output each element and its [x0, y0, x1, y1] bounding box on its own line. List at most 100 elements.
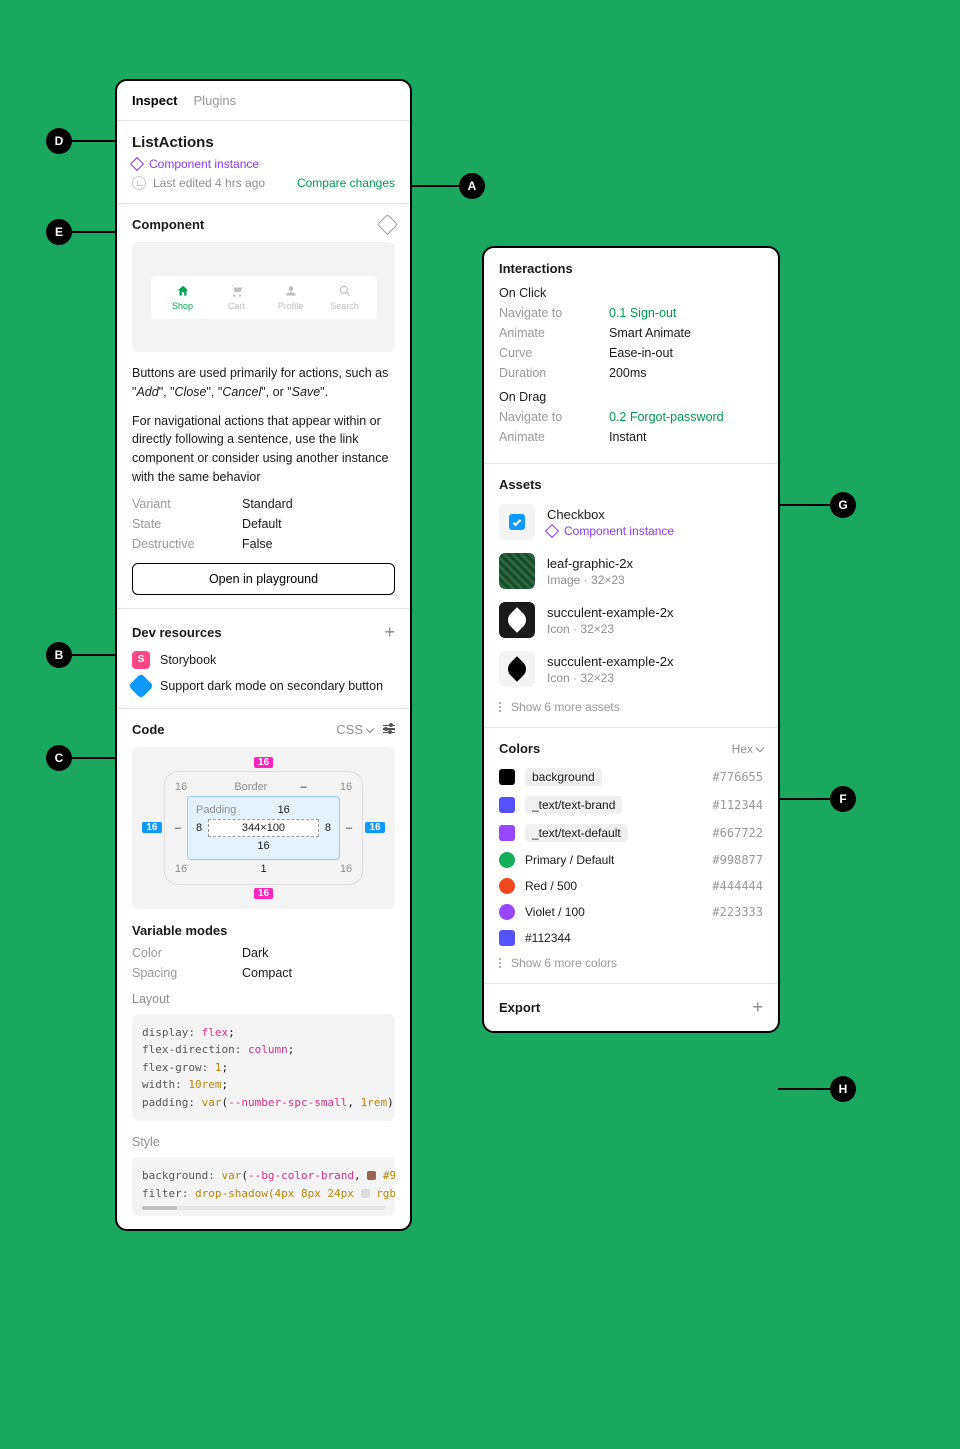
- component-section: Component Shop Cart Profile S: [117, 204, 410, 609]
- color-label: background: [525, 768, 602, 786]
- code-title: Code: [132, 722, 165, 737]
- preview-cart-tab: Cart: [211, 284, 263, 311]
- color-row[interactable]: background #776655: [499, 768, 763, 786]
- edited-row: Last edited 4 hrs ago Compare changes: [132, 176, 395, 190]
- color-hex: #776655: [712, 770, 763, 784]
- image-thumb: [499, 553, 535, 589]
- export-title: Export: [499, 1000, 540, 1015]
- storybook-icon: S: [132, 651, 150, 669]
- color-label: Violet / 100: [525, 905, 585, 919]
- assets-title: Assets: [499, 477, 763, 492]
- search-icon: [338, 284, 352, 298]
- color-format-select[interactable]: Hex: [732, 742, 763, 756]
- export-section: Export +: [484, 984, 778, 1031]
- marker-c: C: [46, 745, 72, 771]
- asset-succulent-2[interactable]: succulent-example-2xIcon · 32×23: [499, 651, 763, 687]
- color-hex: #223333: [712, 905, 763, 919]
- color-swatch: [499, 878, 515, 894]
- color-row[interactable]: Primary / Default #998877: [499, 852, 763, 868]
- marker-e: E: [46, 219, 72, 245]
- instance-row: Component instance: [132, 157, 395, 171]
- dev-resources-section: Dev resources + S Storybook Support dark…: [117, 609, 410, 709]
- marker-h: H: [830, 1076, 856, 1102]
- tag-icon[interactable]: [377, 214, 398, 235]
- jira-icon: [128, 673, 153, 698]
- tab-inspect[interactable]: Inspect: [132, 93, 178, 108]
- marker-b: B: [46, 642, 72, 668]
- compare-changes-link[interactable]: Compare changes: [297, 176, 395, 190]
- color-row[interactable]: _text/text-default#667722: [499, 824, 763, 842]
- asset-leaf[interactable]: leaf-graphic-2xImage · 32×23: [499, 553, 763, 589]
- preview-search-tab: Search: [319, 284, 371, 311]
- more-icon: [499, 958, 501, 968]
- trigger-click: On Click: [499, 286, 763, 300]
- code-lang-select[interactable]: CSS: [336, 722, 373, 737]
- add-resource-icon[interactable]: +: [384, 622, 395, 643]
- properties-panel: Interactions On Click Navigate to0.1 Sig…: [482, 246, 780, 1033]
- header-section: ListActions Component instance Last edit…: [117, 121, 410, 204]
- add-export-icon[interactable]: +: [752, 997, 763, 1018]
- chevron-down-icon: [366, 724, 374, 732]
- color-label: _text/text-brand: [525, 796, 622, 814]
- resource-storybook[interactable]: S Storybook: [132, 651, 395, 669]
- varmodes-title: Variable modes: [132, 923, 395, 938]
- marker-g: G: [830, 492, 856, 518]
- layout-title: Layout: [132, 992, 395, 1006]
- last-edited-text: Last edited 4 hrs ago: [153, 176, 265, 190]
- marker-d: D: [46, 128, 72, 154]
- settings-icon[interactable]: [383, 723, 395, 736]
- color-hex: #444444: [712, 879, 763, 893]
- instance-label[interactable]: Component instance: [149, 157, 259, 171]
- color-swatch: [499, 852, 515, 868]
- tab-plugins[interactable]: Plugins: [194, 93, 237, 108]
- chevron-down-icon: [756, 743, 764, 751]
- resource-jira[interactable]: Support dark mode on secondary button: [132, 677, 395, 695]
- user-icon: [284, 284, 298, 298]
- dev-resources-title: Dev resources: [132, 625, 222, 640]
- clock-icon: [132, 176, 146, 190]
- marker-a: A: [459, 173, 485, 199]
- inspect-panel: Inspect Plugins ListActions Component in…: [115, 79, 412, 1231]
- panel-tabs: Inspect Plugins: [117, 81, 410, 121]
- icon-thumb-light: [499, 651, 535, 687]
- colors-section: Colors Hex background #776655 _text/text-b…: [484, 728, 778, 984]
- asset-succulent-1[interactable]: succulent-example-2xIcon · 32×23: [499, 602, 763, 638]
- home-icon: [176, 284, 190, 298]
- color-swatch: [499, 769, 515, 785]
- style-code-block[interactable]: background: var(--bg-color-brand, #97655…: [132, 1157, 395, 1215]
- instance-diamond-icon: [545, 523, 559, 537]
- color-hex: #998877: [712, 853, 763, 867]
- code-scrollbar[interactable]: [142, 1206, 385, 1210]
- open-playground-button[interactable]: Open in playground: [132, 563, 395, 595]
- checkbox-icon: [509, 514, 525, 530]
- color-row[interactable]: #112344: [499, 930, 763, 946]
- color-label: Primary / Default: [525, 853, 614, 867]
- color-row[interactable]: _text/text-brand #112344: [499, 796, 763, 814]
- color-label: Red / 500: [525, 879, 577, 893]
- preview-shop-tab: Shop: [157, 284, 209, 311]
- component-section-title: Component: [132, 217, 204, 232]
- color-label: #112344: [525, 931, 571, 945]
- code-section: Code CSS 16 16 16Border–16 – Padding16 8…: [117, 709, 410, 1229]
- asset-checkbox[interactable]: CheckboxComponent instance: [499, 504, 763, 540]
- show-more-colors[interactable]: Show 6 more colors: [499, 956, 763, 970]
- show-more-assets[interactable]: Show 6 more assets: [499, 700, 763, 714]
- preview-tabbar: Shop Cart Profile Search: [151, 276, 377, 319]
- instance-diamond-icon: [130, 157, 144, 171]
- color-hex: #112344: [712, 798, 763, 812]
- more-icon: [499, 702, 501, 712]
- component-desc-2: For navigational actions that appear wit…: [132, 412, 395, 487]
- color-swatch: [499, 797, 515, 813]
- preview-profile-tab: Profile: [265, 284, 317, 311]
- layout-code-block[interactable]: display: flex; flex-direction: column; f…: [132, 1014, 395, 1122]
- color-label: _text/text-default: [525, 824, 628, 842]
- leaf-icon: [504, 656, 529, 681]
- interactions-title: Interactions: [499, 261, 763, 276]
- leaf-icon: [504, 607, 529, 632]
- color-row[interactable]: Red / 500 #444444: [499, 878, 763, 894]
- color-row[interactable]: Violet / 100 #223333: [499, 904, 763, 920]
- cart-icon: [230, 284, 244, 298]
- marker-f: F: [830, 786, 856, 812]
- colors-title: Colors: [499, 741, 540, 756]
- trigger-drag: On Drag: [499, 390, 763, 404]
